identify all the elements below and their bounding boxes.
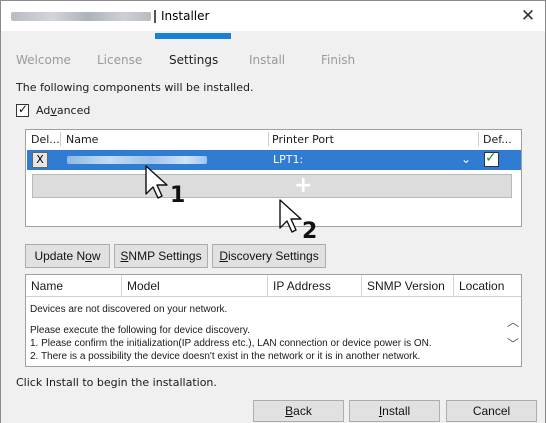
installer-window: Installer ✕ Welcome License Settings Ins… [0,0,546,423]
update-now-button[interactable]: Update Now [25,244,110,268]
cursor-arrow-icon [145,165,168,199]
component-name-redacted [67,156,207,164]
cursor-number-1: 1 [170,183,185,204]
discovery-settings-button[interactable]: Discovery Settings [212,244,326,268]
plus-icon[interactable]: + [294,173,312,198]
table-row[interactable]: X LPT1: ⌄ ✓ [27,150,521,170]
col-printer-port[interactable]: Printer Port [272,130,334,148]
advanced-label: Advanced [36,103,91,117]
close-button[interactable]: ✕ [517,5,539,27]
scroll-up-icon[interactable]: ︿ [507,313,519,330]
window-title: Installer [161,9,210,23]
col-device-name[interactable]: Name [31,279,63,293]
advanced-checkbox[interactable]: ✓ [16,101,29,117]
col-model[interactable]: Model [127,279,160,293]
col-separator [60,132,61,146]
back-button[interactable]: Back [253,400,344,422]
col-separator [267,275,268,297]
discovery-step-2: 2. There is a possibility the device doe… [30,351,421,362]
app-name-redacted [11,12,151,21]
cursor-annotation-2: 2 [279,199,317,240]
advanced-option[interactable]: ✓ Advanced [16,101,90,119]
chevron-down-icon[interactable]: ⌄ [461,152,471,166]
footer-instruction: Click Install to begin the installation. [16,376,217,389]
col-separator [478,132,479,146]
check-icon: ✓ [485,150,497,166]
col-ip-address[interactable]: IP Address [273,279,331,293]
scroll-down-icon[interactable]: ﹀ [507,335,519,352]
col-name[interactable]: Name [66,130,98,148]
col-snmp-version[interactable]: SNMP Version [367,279,445,293]
snmp-settings-button[interactable]: SNMP Settings [114,244,208,268]
col-separator [453,275,454,297]
devices-table-header: Name Model IP Address SNMP Version Locat… [26,275,521,297]
cancel-button[interactable]: Cancel [446,400,537,422]
cursor-arrow-icon [279,199,302,233]
components-table: Del... Name Printer Port Def... X LPT1: … [25,129,522,227]
title-bar: Installer ✕ [1,1,545,31]
cursor-annotation-1: 1 [145,165,185,204]
col-default[interactable]: Def... [483,130,512,148]
col-delete[interactable]: Del... [31,130,60,148]
add-component-row[interactable]: + [32,173,512,198]
check-icon: ✓ [18,101,29,116]
default-checkbox[interactable]: ✓ [484,150,499,167]
step-license: License [97,53,143,67]
step-welcome: Welcome [16,53,71,67]
col-separator [121,275,122,297]
printer-port-value[interactable]: LPT1: [273,153,303,166]
col-location[interactable]: Location [459,279,504,293]
title-separator [154,10,156,23]
no-devices-message: Devices are not discovered on your netwo… [30,304,228,315]
delete-row-button[interactable]: X [32,152,48,168]
step-finish: Finish [321,53,356,67]
col-separator [268,132,269,146]
discovery-step-1: 1. Please confirm the initialization(IP … [30,338,432,349]
step-settings: Settings [169,53,219,67]
cursor-number-2: 2 [302,219,317,240]
col-separator [361,275,362,297]
devices-table: Name Model IP Address SNMP Version Locat… [25,274,522,367]
discovery-instructions: Please execute the following for device … [30,325,250,336]
wizard-steps: Welcome License Settings Install Finish [1,49,546,73]
install-button[interactable]: Install [349,400,440,422]
components-heading: The following components will be install… [16,81,254,94]
step-progress-indicator [155,33,231,39]
step-install: Install [249,53,286,67]
